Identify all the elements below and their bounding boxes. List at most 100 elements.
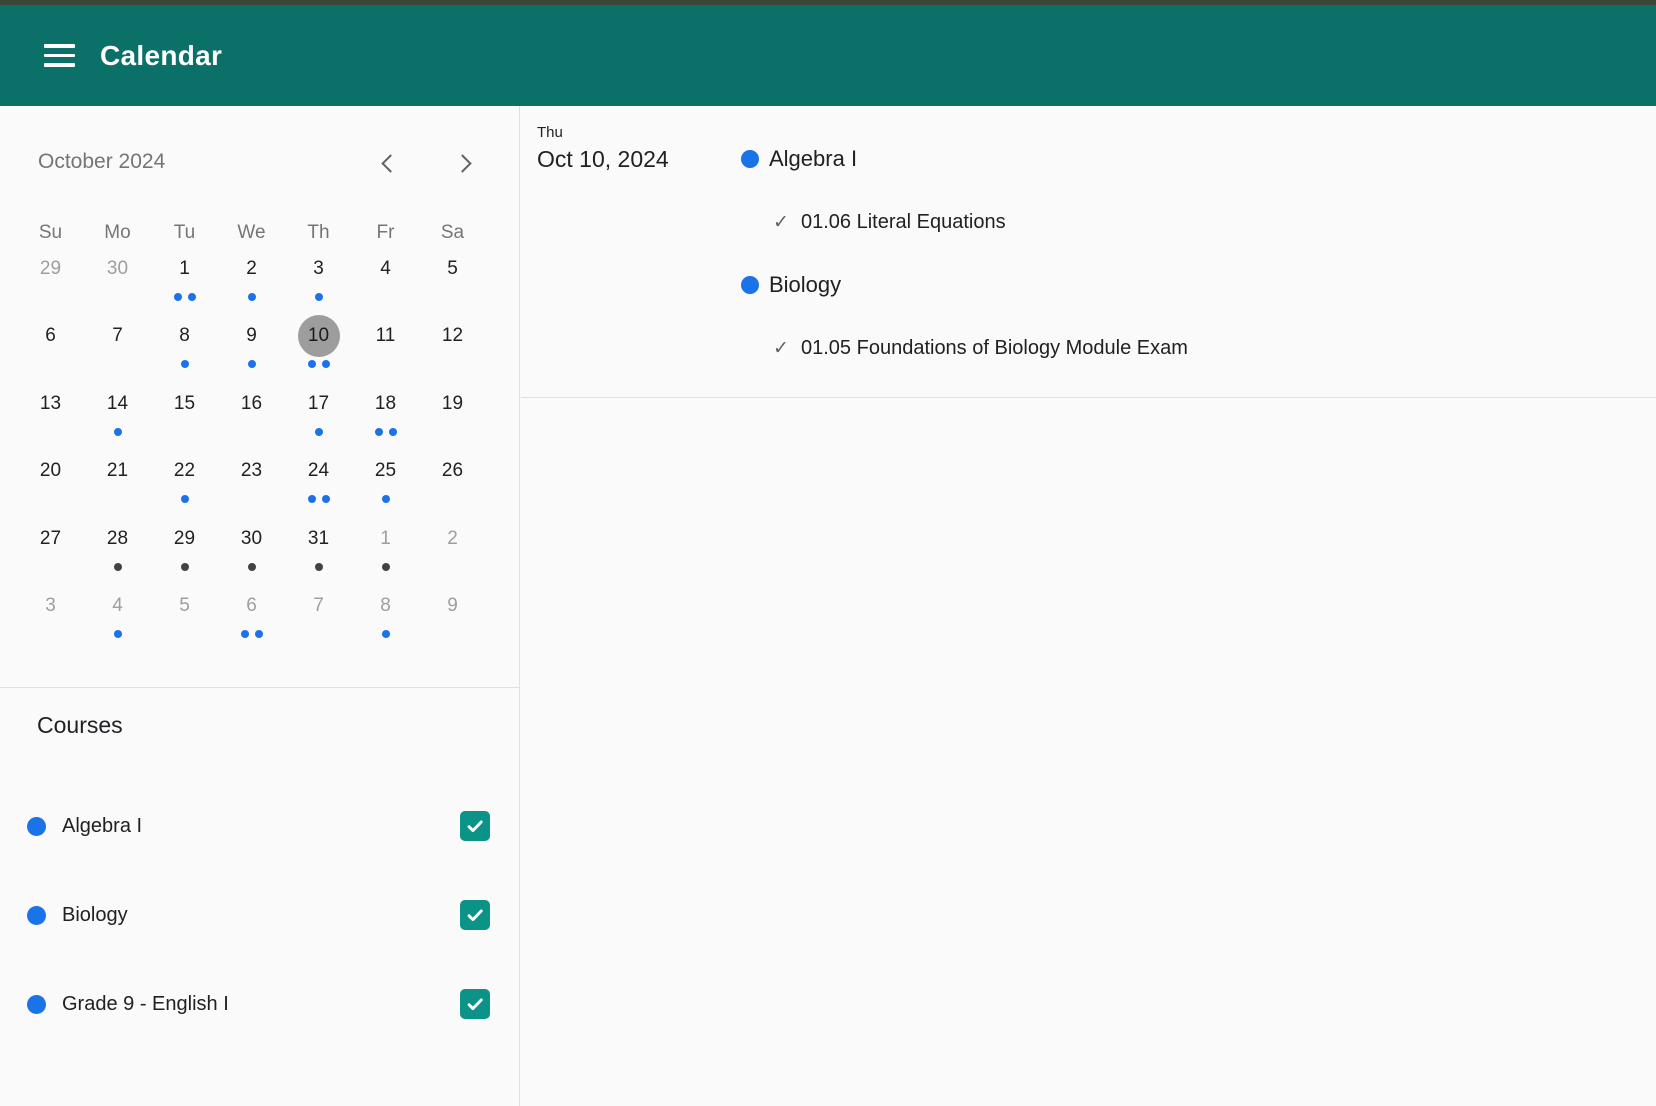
- calendar-day[interactable]: 9: [218, 316, 285, 383]
- event-item-row[interactable]: ✓01.06 Literal Equations: [773, 209, 1616, 235]
- calendar-day[interactable]: 22: [151, 451, 218, 518]
- calendar-day[interactable]: 30: [218, 519, 285, 586]
- calendar-day[interactable]: 4: [352, 249, 419, 316]
- event-dots: [285, 358, 352, 370]
- day-number-text: 7: [97, 315, 139, 357]
- calendar-day[interactable]: 18: [352, 384, 419, 451]
- calendar-day[interactable]: 16: [218, 384, 285, 451]
- calendar-day[interactable]: 19: [419, 384, 486, 451]
- calendar-day[interactable]: 9: [419, 586, 486, 653]
- event-dot: [375, 428, 383, 436]
- calendar-day[interactable]: 21: [84, 451, 151, 518]
- calendar-day-number: 3: [285, 249, 352, 289]
- calendar-day-number: 16: [218, 384, 285, 424]
- event-dots: [17, 291, 84, 303]
- calendar-day[interactable]: 6: [218, 586, 285, 653]
- calendar-day[interactable]: 11: [352, 316, 419, 383]
- day-number-text: 4: [97, 585, 139, 627]
- prev-month-button[interactable]: [370, 145, 406, 181]
- event-course-row[interactable]: Biology: [741, 270, 1616, 300]
- calendar-day-number: 23: [218, 451, 285, 491]
- page-title: Calendar: [100, 40, 222, 72]
- calendar-day[interactable]: 5: [419, 249, 486, 316]
- event-dots: [352, 561, 419, 573]
- events-list: Algebra I ✓01.06 Literal Equations Biology…: [741, 106, 1616, 361]
- event-dot: [382, 630, 390, 638]
- day-number-text: 14: [97, 383, 139, 425]
- day-number-text: 5: [432, 248, 474, 290]
- calendar-day-number: 31: [285, 519, 352, 559]
- calendar-day[interactable]: 23: [218, 451, 285, 518]
- calendar-day[interactable]: 6: [17, 316, 84, 383]
- event-dots: [285, 561, 352, 573]
- calendar-day[interactable]: 2: [218, 249, 285, 316]
- event-dots: [218, 426, 285, 438]
- calendar-day[interactable]: 1: [151, 249, 218, 316]
- event-item-row[interactable]: ✓01.05 Foundations of Biology Module Exa…: [773, 335, 1616, 361]
- calendar-day-number: 27: [17, 519, 84, 559]
- calendar-day[interactable]: 26: [419, 451, 486, 518]
- calendar-day[interactable]: 15: [151, 384, 218, 451]
- event-dot: [181, 360, 189, 368]
- day-number-text: 18: [365, 383, 407, 425]
- course-checkbox[interactable]: [460, 900, 490, 930]
- calendar-day[interactable]: 29: [17, 249, 84, 316]
- event-course-name: Algebra I: [769, 146, 857, 172]
- calendar-day[interactable]: 20: [17, 451, 84, 518]
- event-dot: [308, 495, 316, 503]
- course-color-dot-icon: [27, 906, 46, 925]
- calendar-day[interactable]: 12: [419, 316, 486, 383]
- course-checkbox[interactable]: [460, 811, 490, 841]
- calendar-day[interactable]: 7: [285, 586, 352, 653]
- event-dots: [419, 291, 486, 303]
- calendar-day-number: 24: [285, 451, 352, 491]
- calendar-day-number: 25: [352, 451, 419, 491]
- calendar-day[interactable]: 3: [17, 586, 84, 653]
- calendar-day[interactable]: 28: [84, 519, 151, 586]
- calendar-day[interactable]: 5: [151, 586, 218, 653]
- calendar-day[interactable]: 1: [352, 519, 419, 586]
- event-dot: [114, 563, 122, 571]
- calendar-day-number: 14: [84, 384, 151, 424]
- event-dot: [174, 293, 182, 301]
- event-course-row[interactable]: Algebra I: [741, 144, 1616, 174]
- event-dots: [352, 426, 419, 438]
- course-checkbox[interactable]: [460, 989, 490, 1019]
- calendar-day[interactable]: 17: [285, 384, 352, 451]
- event-dots: [352, 628, 419, 640]
- calendar-day-number: 9: [218, 316, 285, 356]
- sidebar: October 2024 SuMoTuWeThFrSa 293012345678…: [0, 106, 520, 1106]
- calendar-day[interactable]: 4: [84, 586, 151, 653]
- next-month-button[interactable]: [447, 145, 483, 181]
- event-item-title: 01.06 Literal Equations: [801, 211, 1006, 234]
- day-number-text: 2: [231, 248, 273, 290]
- event-item-title: 01.05 Foundations of Biology Module Exam: [801, 337, 1188, 360]
- calendar-day[interactable]: 14: [84, 384, 151, 451]
- calendar-day[interactable]: 10: [285, 316, 352, 383]
- event-dot: [248, 360, 256, 368]
- chevron-right-icon: [453, 154, 471, 172]
- calendar-day[interactable]: 3: [285, 249, 352, 316]
- calendar-day[interactable]: 8: [151, 316, 218, 383]
- course-label: Biology: [62, 904, 128, 927]
- event-dots: [218, 291, 285, 303]
- calendar-day[interactable]: 13: [17, 384, 84, 451]
- calendar-day[interactable]: 27: [17, 519, 84, 586]
- calendar-day[interactable]: 7: [84, 316, 151, 383]
- calendar-day[interactable]: 8: [352, 586, 419, 653]
- calendar-day[interactable]: 2: [419, 519, 486, 586]
- calendar-day[interactable]: 24: [285, 451, 352, 518]
- calendar-day-number: 19: [419, 384, 486, 424]
- calendar-day[interactable]: 30: [84, 249, 151, 316]
- menu-button[interactable]: [44, 39, 82, 73]
- day-number-text: 15: [164, 383, 206, 425]
- calendar-day-number: 10: [285, 316, 352, 356]
- calendar-day[interactable]: 31: [285, 519, 352, 586]
- event-dot: [322, 495, 330, 503]
- calendar-day[interactable]: 29: [151, 519, 218, 586]
- event-dots: [218, 358, 285, 370]
- calendar-day-number: 12: [419, 316, 486, 356]
- courses-heading: Courses: [37, 710, 123, 740]
- check-icon: [464, 993, 486, 1015]
- calendar-day[interactable]: 25: [352, 451, 419, 518]
